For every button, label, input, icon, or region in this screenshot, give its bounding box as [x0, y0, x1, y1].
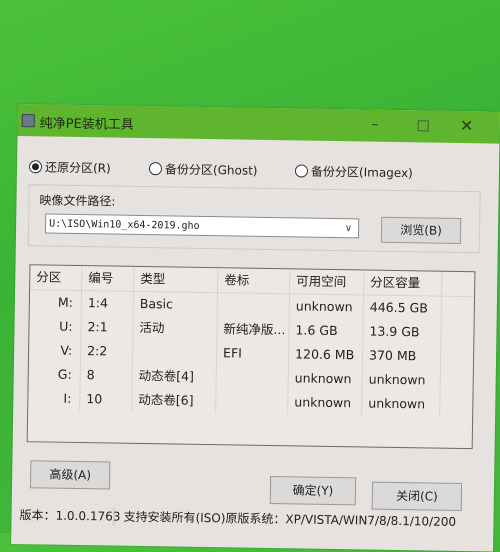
close-window-button[interactable]: ✕	[450, 115, 484, 138]
table-cell: 370 MB	[362, 343, 442, 369]
radio-backup-ghost[interactable]: 备份分区(Ghost)	[148, 160, 258, 179]
table-cell-empty	[440, 393, 472, 417]
maximize-icon	[417, 119, 429, 131]
table-cell: V:	[28, 338, 82, 364]
app-icon[interactable]	[21, 114, 35, 128]
table-cell: U:	[29, 314, 82, 340]
table-cell: 446.5 GB	[363, 295, 443, 321]
browse-button[interactable]: 浏览(B)	[380, 216, 462, 244]
table-cell: I:	[28, 386, 81, 412]
advanced-button[interactable]: 高级(A)	[29, 460, 111, 490]
table-cell-empty	[441, 345, 473, 369]
column-header[interactable]: 类型	[134, 266, 219, 293]
table-cell: unknown	[362, 391, 441, 417]
radio-restore-partition[interactable]: 还原分区(R)	[28, 158, 111, 176]
radio-indicator[interactable]	[148, 162, 163, 176]
table-cell: EFI	[216, 341, 290, 367]
minimize-button[interactable]: –	[358, 113, 392, 136]
table-cell: 8	[80, 363, 133, 388]
radio-backup-imagex[interactable]: 备份分区(Imagex)	[294, 162, 413, 181]
image-path-label: 映像文件路径:	[39, 193, 116, 209]
supported-systems-text: 支持安装所有(ISO)原版系统：XP/VISTA/WIN7/8/8.1/10/2…	[123, 509, 457, 529]
column-header[interactable]: 编号	[82, 266, 135, 291]
ok-button[interactable]: 确定(Y)	[269, 476, 357, 506]
chevron-down-icon[interactable]: ∨	[345, 219, 353, 239]
mode-radio-group: 还原分区(R) 备份分区(Ghost) 备份分区(Imagex)	[28, 158, 499, 183]
pe-installer-window: 纯净PE装机工具 – ✕ 还原分区(R) 备份分区(Ghost) 备份分区(Im…	[11, 104, 500, 552]
title-bar[interactable]: 纯净PE装机工具 – ✕	[17, 104, 500, 144]
radio-label: 还原分区(R)	[44, 160, 111, 176]
table-cell: unknown	[289, 294, 365, 320]
table-cell: 动态卷[4]	[132, 363, 217, 390]
radio-label: 备份分区(Ghost)	[164, 162, 258, 178]
image-path-group: 映像文件路径: U:\ISO\Win10_x64-2019.gho ∨ 浏览(B…	[27, 184, 481, 254]
table-cell: 2:1	[81, 315, 134, 340]
partition-table: 分区 编号 类型 卷标 可用空间 分区容量 M: 1:4 Basic unknown 4…	[26, 264, 476, 450]
radio-indicator[interactable]	[28, 160, 43, 174]
table-cell: 10	[80, 387, 133, 412]
column-header[interactable]: 分区容量	[364, 270, 443, 296]
column-header[interactable]: 可用空间	[290, 269, 365, 295]
window-title: 纯净PE装机工具	[39, 116, 134, 133]
table-cell: unknown	[288, 390, 363, 416]
close-button[interactable]: 关闭(C)	[371, 481, 463, 512]
table-cell: unknown	[362, 367, 441, 393]
column-header-empty	[442, 272, 474, 296]
table-cell: Basic	[133, 291, 219, 318]
table-cell-empty	[442, 297, 474, 321]
table-cell: M:	[29, 290, 83, 316]
table-cell	[132, 339, 218, 366]
table-cell: unknown	[288, 366, 363, 392]
column-header[interactable]: 分区	[30, 265, 83, 291]
table-cell-empty	[441, 321, 473, 345]
table-cell: 2:2	[80, 339, 134, 364]
column-header[interactable]: 卷标	[218, 268, 291, 294]
table-cell	[217, 293, 291, 319]
table-cell: 动态卷[6]	[132, 387, 217, 414]
table-cell	[216, 389, 289, 415]
maximize-button[interactable]	[406, 114, 440, 137]
radio-indicator[interactable]	[294, 164, 309, 178]
table-cell: 120.6 MB	[288, 342, 364, 368]
table-cell: 13.9 GB	[363, 319, 442, 345]
image-path-value: U:\ISO\Win10_x64-2019.gho	[49, 218, 200, 232]
table-cell: 1:4	[81, 291, 135, 316]
table-cell: 活动	[133, 315, 218, 342]
radio-label: 备份分区(Imagex)	[310, 164, 413, 181]
image-path-combobox[interactable]: U:\ISO\Win10_x64-2019.gho ∨	[44, 213, 360, 239]
table-cell: 新纯净版...	[217, 317, 290, 343]
version-text: 版本：1.0.0.1763	[19, 508, 121, 524]
table-cell: 1.6 GB	[289, 318, 364, 344]
table-cell: G:	[28, 362, 81, 388]
table-cell	[216, 365, 289, 391]
table-cell-empty	[441, 369, 473, 393]
